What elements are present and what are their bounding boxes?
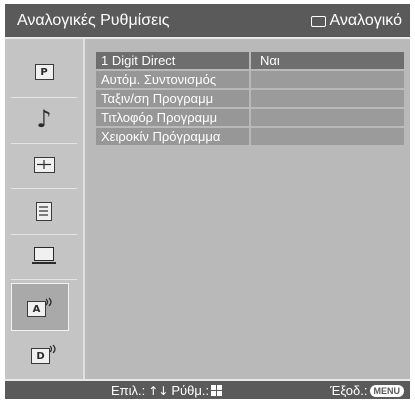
- up-down-arrows-icon: ↑↓: [148, 383, 169, 398]
- exit-hint-label: Έξοδ.:: [330, 383, 368, 398]
- menu-title: Αναλογικές Ρυθμίσεις: [17, 12, 170, 29]
- menu-row-label: 1 Digit Direct: [96, 52, 249, 69]
- menu-row-value: [251, 71, 404, 88]
- menu-row-label: Ταξιν/ση Προγραμμ: [96, 90, 249, 107]
- select-hint-label: Επιλ.:: [111, 383, 146, 398]
- sidebar-item-screen[interactable]: [5, 145, 83, 185]
- sidebar-separator: [83, 39, 85, 379]
- menu-row-programme-sorting[interactable]: Ταξιν/ση Προγραμμ: [96, 90, 404, 107]
- sidebar-divider: [11, 188, 77, 189]
- tv-icon: [311, 15, 327, 27]
- menu-row-value: Ναι: [251, 52, 404, 69]
- menu-row-label: Τιτλοφόρ Προγραμμ: [96, 109, 249, 126]
- menu-key-icon: MENU: [369, 384, 404, 397]
- picture-icon: P: [34, 64, 54, 80]
- sidebar-item-picture[interactable]: P: [5, 52, 83, 92]
- navigation-hint: Επιλ.: ↑↓ Ρύθμ.:: [111, 383, 223, 398]
- menu-window: Αναλογικές Ρυθμίσεις Αναλογικό P ♪ A D 1…: [5, 4, 410, 399]
- sidebar-item-pc[interactable]: [5, 236, 83, 276]
- music-note-icon: ♪: [36, 105, 52, 133]
- menu-body: P ♪ A D 1 Digit Direct Ναι Αυτόμ. Συντον…: [5, 39, 410, 379]
- sidebar-item-analog-setup[interactable]: A: [11, 283, 69, 331]
- menu-row-value: [251, 109, 404, 126]
- exit-hint: Έξοδ.: MENU: [330, 383, 404, 398]
- menu-row-value: [251, 128, 404, 145]
- menu-row-label: Αυτόμ. Συντονισμός: [96, 71, 249, 88]
- sidebar-divider: [11, 97, 77, 98]
- menu-row-label: Χειροκίν Πρόγραμμα: [96, 128, 249, 145]
- sidebar-divider: [11, 234, 77, 235]
- screen-icon: [33, 157, 55, 173]
- menu-row-1-digit-direct[interactable]: 1 Digit Direct Ναι: [96, 52, 404, 69]
- sidebar-item-features[interactable]: [5, 191, 83, 231]
- input-source-label: Αναλογικό: [329, 12, 402, 29]
- pc-icon: [32, 247, 56, 265]
- title-bar: Αναλογικές Ρυθμίσεις Αναλογικό: [5, 4, 410, 37]
- menu-row-auto-tuning[interactable]: Αυτόμ. Συντονισμός: [96, 71, 404, 88]
- adjust-hint-label: Ρύθμ.:: [171, 383, 210, 398]
- menu-row-programme-labels[interactable]: Τιτλοφόρ Προγραμμ: [96, 109, 404, 126]
- sidebar-divider: [11, 279, 77, 280]
- settings-list-icon: [36, 201, 52, 221]
- directional-pad-icon: [211, 385, 223, 396]
- menu-row-manual-programme[interactable]: Χειροκίν Πρόγραμμα: [96, 128, 404, 145]
- category-sidebar: P ♪ A D: [5, 39, 83, 379]
- help-bar: Επιλ.: ↑↓ Ρύθμ.: Έξοδ.: MENU: [5, 381, 410, 399]
- sidebar-item-sound[interactable]: ♪: [5, 99, 83, 139]
- analog-setup-icon: A: [27, 297, 53, 317]
- digital-setup-icon: D: [31, 344, 57, 364]
- input-source: Αναλογικό: [311, 12, 402, 30]
- sidebar-divider: [11, 143, 77, 144]
- menu-row-value: [251, 90, 404, 107]
- sidebar-item-digital-setup[interactable]: D: [5, 334, 83, 374]
